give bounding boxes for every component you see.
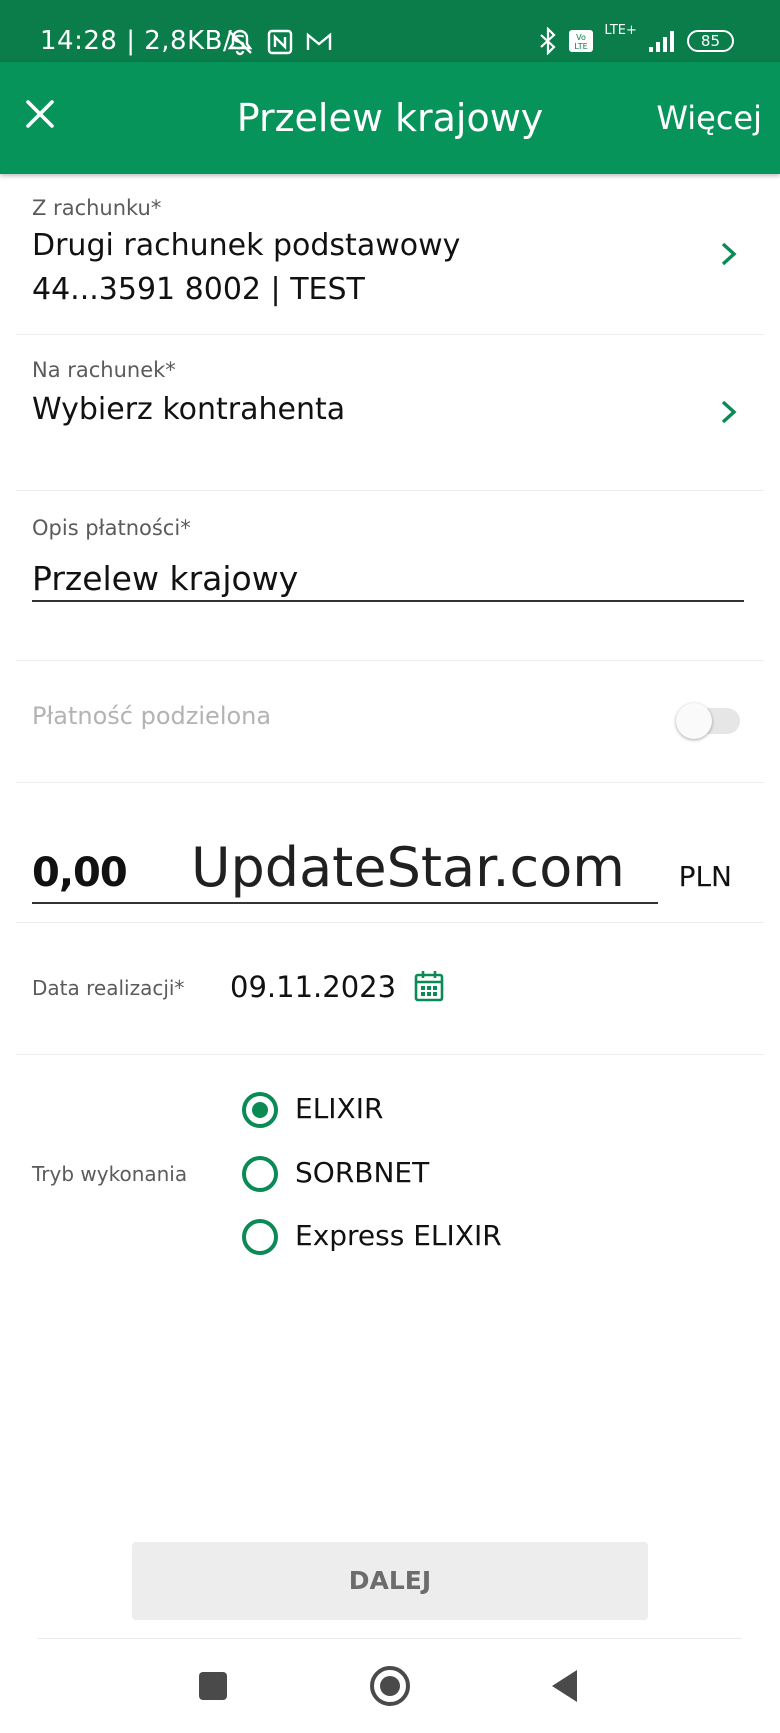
to-account-row[interactable]: Na rachunek* Wybierz kontrahenta: [16, 334, 764, 491]
split-payment-row: Płatność podzielona: [16, 660, 764, 783]
back-icon[interactable]: [549, 1668, 581, 1704]
radio-sorbnet[interactable]: [242, 1156, 278, 1192]
radio-label-express-elixir[interactable]: Express ELIXIR: [295, 1219, 502, 1252]
volte-icon: Vo LTE: [569, 30, 594, 52]
next-button[interactable]: DALEJ: [132, 1542, 648, 1620]
execution-date-value[interactable]: 09.11.2023: [230, 970, 396, 1004]
split-payment-toggle[interactable]: [676, 703, 740, 739]
from-account-name: Drugi rachunek podstawowy: [32, 228, 461, 263]
muted-bell-icon: [227, 29, 253, 56]
battery-indicator: 85: [686, 30, 734, 52]
signal-icon: [648, 31, 674, 52]
watermark-text: UpdateStar.com: [191, 836, 625, 899]
nav-divider: [38, 1638, 742, 1639]
amount-row: 0,00 UpdateStar.com PLN: [16, 782, 764, 923]
network-type: LTE+: [604, 23, 637, 38]
radio-selected-dot: [252, 1102, 268, 1118]
radio-label-elixir[interactable]: ELIXIR: [295, 1092, 383, 1125]
bluetooth-icon: [540, 27, 556, 55]
nfc-icon: [267, 29, 293, 55]
status-bar: 14:28 | 2,8KB/s Vo LTE LTE+ 85: [0, 0, 780, 62]
svg-text:Vo: Vo: [577, 33, 587, 42]
description-value: Przelew krajowy: [32, 559, 299, 598]
mail-icon: [306, 32, 332, 50]
status-time: 14:28 | 2,8KB/s: [40, 26, 247, 56]
calendar-icon[interactable]: [414, 970, 444, 1002]
from-account-number: 44...3591 8002 | TEST: [32, 272, 365, 307]
description-input[interactable]: Przelew krajowy: [32, 558, 744, 602]
to-account-value: Wybierz kontrahenta: [32, 392, 346, 427]
more-button[interactable]: Więcej: [656, 98, 762, 138]
status-right-icons: Vo LTE LTE+ 85: [538, 24, 734, 58]
toggle-knob: [676, 703, 712, 739]
radio-express-elixir[interactable]: [242, 1219, 278, 1255]
radio-elixir[interactable]: [242, 1092, 278, 1128]
amount-value: 0,00: [32, 850, 128, 896]
status-left-icons: [225, 26, 333, 58]
description-row: Opis płatności* Przelew krajowy: [16, 490, 764, 661]
home-icon[interactable]: [369, 1665, 411, 1707]
split-payment-label: Płatność podzielona: [32, 702, 272, 730]
svg-text:LTE: LTE: [575, 42, 588, 51]
radio-label-sorbnet[interactable]: SORBNET: [295, 1156, 429, 1189]
execution-date-row: Data realizacji* 09.11.2023: [16, 922, 764, 1055]
from-account-row[interactable]: Z rachunku* Drugi rachunek podstawowy 44…: [16, 174, 764, 335]
recents-icon[interactable]: [197, 1670, 229, 1702]
from-account-label: Z rachunku*: [32, 196, 162, 220]
app-bar: Przelew krajowy Więcej: [0, 62, 780, 174]
chevron-right-icon: [721, 242, 737, 266]
amount-input[interactable]: 0,00 UpdateStar.com: [32, 836, 658, 904]
execution-date-label: Data realizacji*: [32, 976, 185, 1000]
chevron-right-icon: [721, 400, 737, 424]
transfer-mode-label: Tryb wykonania: [32, 1162, 188, 1186]
description-label: Opis płatności*: [32, 516, 191, 540]
currency-label: PLN: [678, 860, 732, 893]
to-account-label: Na rachunek*: [32, 358, 176, 382]
